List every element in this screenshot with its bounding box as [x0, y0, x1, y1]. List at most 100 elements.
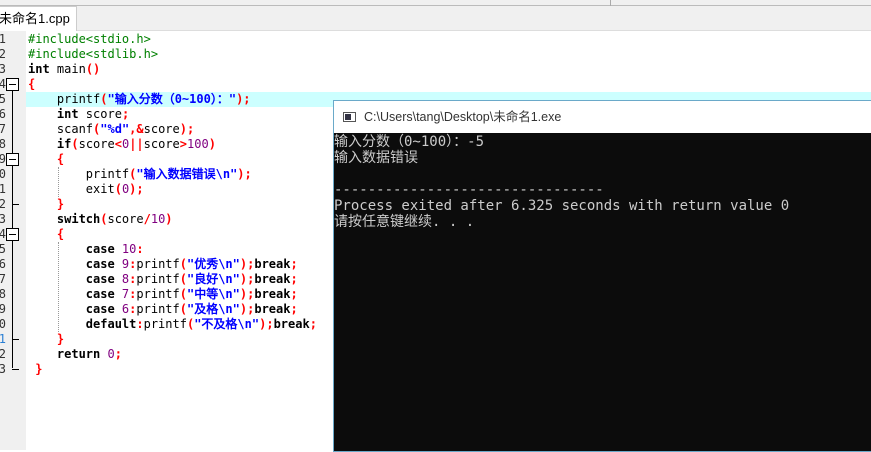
code-token: 10: [114, 242, 137, 256]
fold-minus-icon[interactable]: [6, 153, 19, 166]
code-token: printf: [136, 287, 180, 301]
indent-guide: [58, 242, 59, 332]
console-title-bar[interactable]: C:\Users\tang\Desktop\未命名1.exe: [334, 101, 871, 133]
code-token: (: [179, 302, 187, 316]
code-token: return: [28, 347, 101, 361]
code-token: break: [254, 302, 291, 316]
console-line: 请按任意键继续. . .: [334, 214, 475, 230]
code-token: "及格\n": [186, 302, 240, 316]
code-token: int: [28, 107, 79, 121]
console-title: C:\Users\tang\Desktop\未命名1.exe: [364, 110, 562, 124]
code-token: #include<stdlib.h>: [28, 47, 159, 61]
code-token: printf: [143, 317, 187, 331]
code-token: scanf: [28, 122, 94, 136]
line-number: 1: [0, 32, 6, 46]
line-number: 23: [0, 362, 6, 376]
code-line: printf("输入分数（0~100）：");: [28, 92, 251, 107]
code-token: :: [136, 317, 144, 331]
code-token: break: [273, 317, 310, 331]
code-line: }: [28, 332, 64, 347]
line-number: 22: [0, 347, 6, 361]
code-token: exit: [28, 182, 115, 196]
code-line: case 7:printf("中等\n");break;: [28, 287, 298, 302]
line-number: 5: [0, 92, 6, 106]
code-token: 7: [114, 287, 130, 301]
code-token: "不及格\n": [194, 317, 260, 331]
code-token: );: [236, 92, 251, 106]
code-token: case: [28, 302, 115, 316]
console-window[interactable]: C:\Users\tang\Desktop\未命名1.exe 输入分数（0~10…: [333, 100, 871, 452]
code-line: {: [28, 227, 64, 242]
code-token: );: [239, 287, 255, 301]
code-line: exit(0);: [28, 182, 144, 197]
code-token: (: [179, 272, 187, 286]
fold-minus-icon[interactable]: [6, 228, 19, 241]
code-token: 10: [150, 212, 166, 226]
code-token: score: [78, 137, 115, 151]
line-number: 3: [0, 62, 6, 76]
code-line: default:printf("不及格\n");break;: [28, 317, 317, 332]
line-number: 19: [0, 302, 6, 316]
code-token: );: [239, 272, 255, 286]
code-token: ||: [129, 137, 144, 151]
code-token: printf: [28, 167, 130, 181]
code-token: case: [28, 287, 115, 301]
line-number: 7: [0, 122, 6, 136]
line-number: 6: [0, 107, 6, 121]
code-token: >: [179, 137, 187, 151]
code-token: ;: [290, 272, 298, 286]
fold-end-tick: [12, 339, 19, 340]
code-line: case 10:: [28, 242, 144, 257]
code-token: "中等\n": [186, 287, 240, 301]
console-line: 输入分数（0~100）：-5: [334, 134, 485, 150]
code-token: score: [143, 137, 180, 151]
code-line: if(score<0||score>100): [28, 137, 216, 152]
code-token: <: [114, 137, 122, 151]
code-token: (): [85, 62, 101, 76]
line-number: 12: [0, 197, 6, 211]
code-token: case: [28, 257, 115, 271]
code-line: case 9:printf("优秀\n");break;: [28, 257, 298, 272]
code-token: if: [28, 137, 72, 151]
line-number: 17: [0, 272, 6, 286]
code-token: int: [28, 62, 50, 76]
code-line: #include<stdlib.h>: [28, 47, 158, 62]
code-token: 6: [114, 302, 130, 316]
code-token: switch: [28, 212, 101, 226]
line-number: 2: [0, 47, 6, 61]
fold-minus-icon[interactable]: [6, 78, 19, 91]
code-token: );: [259, 317, 274, 331]
code-token: "输入分数（0~100）：": [107, 92, 237, 106]
code-line: }: [28, 362, 42, 377]
fold-end-tick: [12, 369, 19, 370]
line-number: 16: [0, 257, 6, 271]
code-token: }: [28, 197, 65, 211]
console-line: --------------------------------: [334, 182, 604, 198]
code-token: ;: [309, 317, 317, 331]
code-token: ): [208, 137, 216, 151]
code-token: break: [254, 272, 291, 286]
code-token: /: [143, 212, 151, 226]
console-line: Process exited after 6.325 seconds with …: [334, 198, 790, 214]
tab-file[interactable]: 未命名1.cpp: [0, 6, 77, 31]
code-line: {: [28, 77, 35, 92]
console-line: 输入数据错误: [334, 150, 418, 166]
code-token: ;: [290, 257, 298, 271]
code-token: }: [28, 362, 43, 376]
line-number: 20: [0, 317, 6, 331]
code-token: ,&: [129, 122, 144, 136]
code-token: break: [254, 287, 291, 301]
line-number: 11: [0, 182, 6, 196]
code-token: );: [129, 182, 144, 196]
code-token: {: [28, 77, 36, 91]
line-number: 10: [0, 167, 6, 181]
code-token: case: [28, 242, 115, 256]
code-token: :: [136, 242, 144, 256]
code-token: #include<stdio.h>: [28, 32, 151, 46]
line-number: 21: [0, 332, 6, 346]
code-token: case: [28, 272, 115, 286]
code-line: case 8:printf("良好\n");break;: [28, 272, 298, 287]
line-number: 15: [0, 242, 6, 256]
code-token: ;: [114, 347, 122, 361]
line-number: 13: [0, 212, 6, 226]
